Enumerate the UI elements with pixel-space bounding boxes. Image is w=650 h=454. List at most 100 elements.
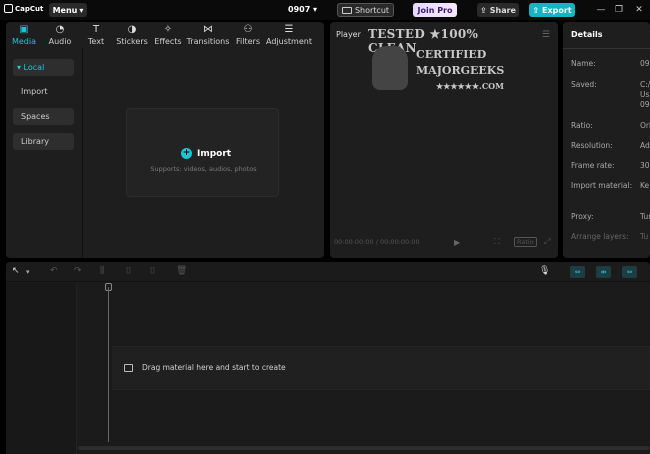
timeline-horizontal-scrollbar[interactable]	[78, 446, 650, 450]
restore-icon[interactable]: ❐	[612, 3, 626, 17]
details-title: Details	[571, 30, 603, 39]
text-icon: T	[92, 23, 100, 35]
detail-value-ratio: Ori	[640, 121, 650, 130]
play-icon[interactable]: ▶	[454, 238, 460, 247]
drag-hint: Drag material here and start to create	[124, 363, 286, 372]
join-pro-button[interactable]: Join Pro	[413, 3, 457, 17]
capcut-logo: CapCut	[4, 4, 43, 13]
linkage-icon[interactable]: ⇔	[622, 266, 637, 278]
export-icon: ⇧	[532, 5, 540, 15]
sidebar-item-label: Import	[21, 87, 48, 96]
transitions-icon: ⋈	[203, 23, 213, 35]
tab-label: Media	[11, 36, 37, 46]
watermark-line-3: MAJORGEEKS	[416, 64, 505, 77]
share-label: Share	[489, 5, 516, 15]
sidebar-item-local[interactable]: ▾ Local	[13, 59, 74, 76]
import-button[interactable]: + Import	[181, 148, 231, 159]
plus-icon: +	[181, 148, 192, 159]
sidebar-item-spaces[interactable]: Spaces	[13, 108, 74, 125]
ratio-button[interactable]: Ratio	[514, 237, 537, 247]
logo-text: CapCut	[15, 4, 44, 13]
shortcut-button[interactable]: Shortcut	[337, 3, 394, 17]
tab-text[interactable]: T Text	[78, 22, 114, 48]
detail-label-ratio: Ratio:	[571, 121, 593, 130]
watermark-mascot-icon	[372, 46, 408, 90]
tab-label: Effects	[154, 36, 182, 46]
detail-label-proxy: Proxy:	[571, 212, 594, 221]
chevron-down-icon: ▾	[310, 5, 318, 14]
undo-icon[interactable]: ↶	[50, 266, 58, 276]
watermark-line-4: ★★★★★★.COM	[436, 81, 505, 91]
main-track-magnet-icon[interactable]: ⇔	[570, 266, 585, 278]
timeline-toolbar: ↖ ▾ ↶ ↷ ⫼ ⌷ ⌷ 🗑 🎙 ⇔ ⇹ ⇔	[6, 262, 650, 282]
fullscreen-fit-icon[interactable]: ⛶	[494, 237, 500, 247]
detail-label-import-material: Import material:	[571, 181, 633, 190]
share-icon: ⇪	[480, 5, 487, 15]
menu-label: Menu	[52, 5, 78, 15]
player-timecode: 00:00:00:00 / 00:00:00:00	[334, 238, 420, 246]
delete-icon[interactable]: 🗑	[176, 266, 187, 276]
close-icon[interactable]: ✕	[632, 3, 646, 17]
tab-transitions[interactable]: ⋈ Transitions	[186, 22, 230, 48]
menu-button[interactable]: Menu ▾	[49, 3, 87, 17]
split-right-icon[interactable]: ⌷	[150, 266, 155, 276]
shortcut-label: Shortcut	[354, 5, 390, 15]
tab-adjustment[interactable]: ☰ Adjustment	[266, 22, 312, 48]
tab-media[interactable]: ▣ Media	[6, 22, 42, 48]
details-panel: Details Name: 090 Saved: C:/ Us 09 Ratio…	[563, 22, 650, 258]
adjustment-icon: ☰	[284, 23, 294, 35]
player-controls: 00:00:00:00 / 00:00:00:00 ▶ ⛶ Ratio ⤢	[334, 235, 554, 249]
main-track-dropzone[interactable]: Drag material here and start to create	[112, 346, 650, 390]
stickers-icon: ◑	[127, 23, 137, 35]
tab-label: Stickers	[116, 36, 148, 46]
import-dropzone[interactable]: + Import Supports: videos, audios, photo…	[126, 108, 279, 197]
import-supports-text: Supports: videos, audios, photos	[150, 165, 257, 173]
track-header-column	[6, 283, 77, 454]
auto-snap-icon[interactable]: ⇹	[596, 266, 611, 278]
tab-stickers[interactable]: ◑ Stickers	[114, 22, 150, 48]
share-button[interactable]: ⇪ Share	[477, 3, 519, 17]
tab-effects[interactable]: ✧ Effects	[150, 22, 186, 48]
sidebar-item-label: ▾ Local	[17, 63, 45, 72]
timeline-panel: ↖ ▾ ↶ ↷ ⫼ ⌷ ⌷ 🗑 🎙 ⇔ ⇹ ⇔ Drag material he…	[6, 262, 650, 454]
minimize-icon[interactable]: —	[594, 3, 608, 17]
sidebar-item-label: Library	[21, 137, 49, 146]
select-pointer-icon[interactable]: ↖	[12, 266, 20, 276]
player-title: Player	[336, 30, 361, 39]
keyboard-icon	[341, 6, 352, 14]
drag-hint-text: Drag material here and start to create	[142, 363, 286, 372]
filters-icon: ⚇	[243, 23, 253, 35]
playhead-line[interactable]	[108, 287, 109, 442]
export-button[interactable]: ⇧ Export	[529, 3, 575, 17]
hamburger-menu-icon[interactable]: ☰	[542, 30, 550, 40]
project-name-text: 0907	[288, 5, 311, 14]
detail-value-saved-3: 09	[640, 100, 650, 109]
details-divider	[563, 48, 650, 49]
sidebar-item-label: Spaces	[21, 112, 50, 121]
tab-filters[interactable]: ⚇ Filters	[230, 22, 266, 48]
redo-icon[interactable]: ↷	[74, 266, 82, 276]
tab-label: Filters	[236, 36, 260, 46]
detail-value-proxy: Tur	[640, 212, 650, 221]
chevron-down-icon: ▾	[79, 5, 84, 15]
sidebar-item-library[interactable]: Library	[13, 133, 74, 150]
expand-icon[interactable]: ⤢	[544, 237, 550, 247]
join-pro-label: Join Pro	[417, 5, 453, 15]
project-name[interactable]: 0907 ▾	[288, 5, 317, 14]
title-bar: CapCut Menu ▾ 0907 ▾ Shortcut Join Pro ⇪…	[0, 0, 650, 20]
export-label: Export	[542, 5, 572, 15]
microphone-icon[interactable]: 🎙	[539, 266, 550, 276]
chevron-down-icon[interactable]: ▾	[26, 268, 30, 276]
media-panel: ▣ Media ◔ Audio T Text ◑ Stickers ✧ Effe…	[6, 22, 324, 258]
split-icon[interactable]: ⫼	[100, 266, 104, 276]
detail-value-import-material: Ke	[640, 181, 650, 190]
split-left-icon[interactable]: ⌷	[126, 266, 131, 276]
tab-audio[interactable]: ◔ Audio	[42, 22, 78, 48]
detail-label-name: Name:	[571, 59, 596, 68]
sidebar-item-import[interactable]: Import	[13, 83, 74, 100]
detail-label-frame-rate: Frame rate:	[571, 161, 615, 170]
audio-icon: ◔	[55, 23, 65, 35]
detail-label-resolution: Resolution:	[571, 141, 613, 150]
media-sidebar: ▾ Local Import Spaces Library	[6, 48, 83, 258]
detail-value-saved-2: Us	[640, 90, 650, 99]
